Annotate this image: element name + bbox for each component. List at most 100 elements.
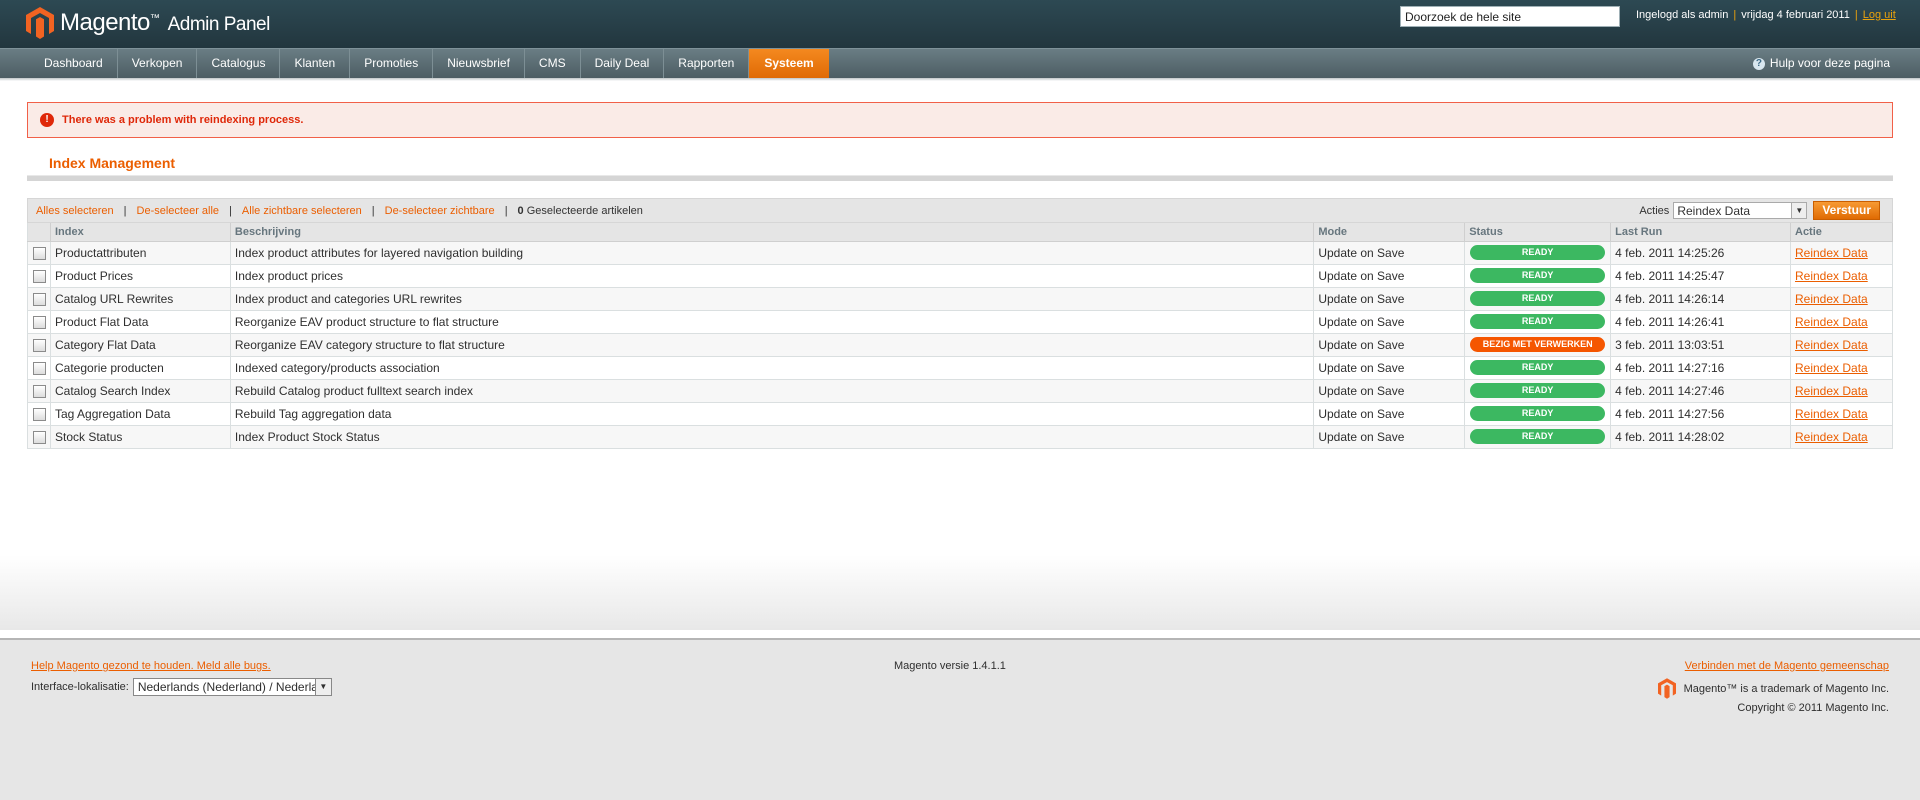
cell-status: BEZIG MET VERWERKEN	[1464, 333, 1612, 357]
column-header-action: Actie	[1790, 223, 1893, 242]
row-checkbox[interactable]	[33, 315, 46, 329]
title-divider	[27, 175, 1893, 181]
cell-last-run: 3 feb. 2011 13:03:51	[1610, 333, 1791, 357]
nav-item-klanten[interactable]: Klanten	[280, 49, 351, 78]
row-checkbox[interactable]	[33, 292, 46, 306]
massaction-bar: Alles selecteren | De-selecteer alle | A…	[27, 198, 1893, 223]
row-checkbox-cell	[27, 356, 51, 380]
table-row[interactable]: Product Prices Index product prices Update…	[27, 264, 1893, 288]
row-checkbox-cell	[27, 241, 51, 265]
error-message: ! There was a problem with reindexing pr…	[27, 102, 1893, 138]
row-checkbox-cell	[27, 402, 51, 426]
actions-select[interactable]: Reindex Data ▼	[1673, 202, 1808, 219]
nav-item-rapporten[interactable]: Rapporten	[664, 49, 750, 78]
reindex-data-link[interactable]: Reindex Data	[1795, 430, 1868, 444]
cell-last-run: 4 feb. 2011 14:26:14	[1610, 287, 1791, 311]
table-row[interactable]: Productattributen Index product attribute…	[27, 241, 1893, 265]
reindex-data-link[interactable]: Reindex Data	[1795, 246, 1868, 260]
header-date: vrijdag 4 februari 2011	[1741, 9, 1850, 21]
footer-fade	[0, 555, 1920, 630]
row-checkbox[interactable]	[33, 430, 46, 444]
brand-label: Magento	[60, 9, 150, 36]
help-link[interactable]: ? Hulp voor deze pagina	[1752, 49, 1890, 78]
row-checkbox-cell	[27, 425, 51, 449]
column-header-index[interactable]: Index	[50, 223, 231, 242]
unselect-visible-link[interactable]: De-selecteer zichtbare	[385, 205, 495, 217]
magento-logo[interactable]: Magento™ Admin Panel	[26, 6, 270, 40]
global-search-input[interactable]	[1400, 6, 1620, 27]
reindex-data-link[interactable]: Reindex Data	[1795, 269, 1868, 283]
cell-last-run: 4 feb. 2011 14:25:47	[1610, 264, 1791, 288]
table-row[interactable]: Stock Status Index Product Stock Status Up…	[27, 425, 1893, 449]
magento-logo-icon	[1657, 678, 1676, 699]
column-header-status[interactable]: Status	[1464, 223, 1612, 242]
nav-item-catalogus[interactable]: Catalogus	[197, 49, 281, 78]
magento-version: Magento versie 1.4.1.1	[894, 660, 1006, 672]
cell-mode: Update on Save	[1313, 264, 1466, 288]
reindex-data-link[interactable]: Reindex Data	[1795, 338, 1868, 352]
column-header-last-run[interactable]: Last Run	[1610, 223, 1791, 242]
row-checkbox[interactable]	[33, 246, 46, 260]
logout-link[interactable]: Log uit	[1863, 9, 1896, 21]
row-checkbox[interactable]	[33, 338, 46, 352]
table-row[interactable]: Catalog URL Rewrites Index product and ca…	[27, 287, 1893, 311]
reindex-data-link[interactable]: Reindex Data	[1795, 315, 1868, 329]
chevron-down-icon: ▼	[314, 679, 331, 695]
cell-description: Index product attributes for layered nav…	[230, 241, 1315, 265]
reindex-data-link[interactable]: Reindex Data	[1795, 361, 1868, 375]
header-checkbox-cell	[27, 223, 51, 242]
column-header-mode[interactable]: Mode	[1313, 223, 1466, 242]
cell-status: READY	[1464, 379, 1612, 403]
community-link[interactable]: Verbinden met de Magento gemeenschap	[1685, 660, 1889, 672]
nav-item-cms[interactable]: CMS	[525, 49, 581, 78]
nav-item-systeem[interactable]: Systeem	[749, 49, 829, 78]
massaction-separator: |	[123, 204, 127, 217]
main-nav: Dashboard Verkopen Catalogus Klanten Promoti…	[0, 48, 1920, 78]
cell-index: Stock Status	[50, 425, 231, 449]
reindex-data-link[interactable]: Reindex Data	[1795, 292, 1868, 306]
help-icon: ?	[1752, 57, 1765, 70]
select-visible-link[interactable]: Alle zichtbare selecteren	[242, 205, 362, 217]
error-icon: !	[40, 113, 54, 127]
table-row[interactable]: Category Flat Data Reorganize EAV categor…	[27, 333, 1893, 357]
row-checkbox[interactable]	[33, 361, 46, 375]
cell-status: READY	[1464, 264, 1612, 288]
row-checkbox-cell	[27, 379, 51, 403]
reindex-data-link[interactable]: Reindex Data	[1795, 407, 1868, 421]
actions-label: Acties	[1639, 204, 1670, 217]
cell-mode: Update on Save	[1313, 310, 1466, 334]
submit-button[interactable]: Verstuur	[1813, 201, 1880, 220]
cell-index: Product Flat Data	[50, 310, 231, 334]
massaction-separator: |	[229, 204, 232, 217]
reindex-data-link[interactable]: Reindex Data	[1795, 384, 1868, 398]
grid-header-row: Index Beschrijving Mode Status Last Run …	[27, 223, 1893, 242]
cell-status: READY	[1464, 402, 1612, 426]
table-row[interactable]: Product Flat Data Reorganize EAV product …	[27, 310, 1893, 334]
cell-action: Reindex Data	[1790, 264, 1893, 288]
nav-item-promoties[interactable]: Promoties	[350, 49, 434, 78]
cell-mode: Update on Save	[1313, 287, 1466, 311]
nav-item-nieuwsbrief[interactable]: Nieuwsbrief	[433, 49, 525, 78]
cell-action: Reindex Data	[1790, 287, 1893, 311]
magento-logo-icon	[26, 7, 54, 39]
row-checkbox[interactable]	[33, 269, 46, 283]
selected-count: 0 Geselecteerde artikelen	[518, 205, 643, 217]
table-row[interactable]: Catalog Search Index Rebuild Catalog prod…	[27, 379, 1893, 403]
nav-item-dashboard[interactable]: Dashboard	[30, 49, 118, 78]
unselect-all-link[interactable]: De-selecteer alle	[137, 205, 220, 217]
cell-last-run: 4 feb. 2011 14:27:46	[1610, 379, 1791, 403]
cell-mode: Update on Save	[1313, 402, 1466, 426]
row-checkbox[interactable]	[33, 407, 46, 421]
row-checkbox[interactable]	[33, 384, 46, 398]
cell-mode: Update on Save	[1313, 425, 1466, 449]
bug-report-link[interactable]: Help Magento gezond te houden. Meld alle…	[31, 660, 271, 672]
footer: Help Magento gezond te houden. Meld alle…	[0, 638, 1920, 800]
nav-item-verkopen[interactable]: Verkopen	[118, 49, 198, 78]
locale-select[interactable]: Nederlands (Nederland) / Nederlands (Ned…	[132, 678, 332, 696]
nav-item-daily-deal[interactable]: Daily Deal	[581, 49, 665, 78]
select-all-link[interactable]: Alles selecteren	[36, 205, 114, 217]
table-row[interactable]: Categorie producten Indexed category/prod…	[27, 356, 1893, 380]
column-header-description[interactable]: Beschrijving	[230, 223, 1315, 242]
cell-mode: Update on Save	[1313, 356, 1466, 380]
table-row[interactable]: Tag Aggregation Data Rebuild Tag aggregat…	[27, 402, 1893, 426]
